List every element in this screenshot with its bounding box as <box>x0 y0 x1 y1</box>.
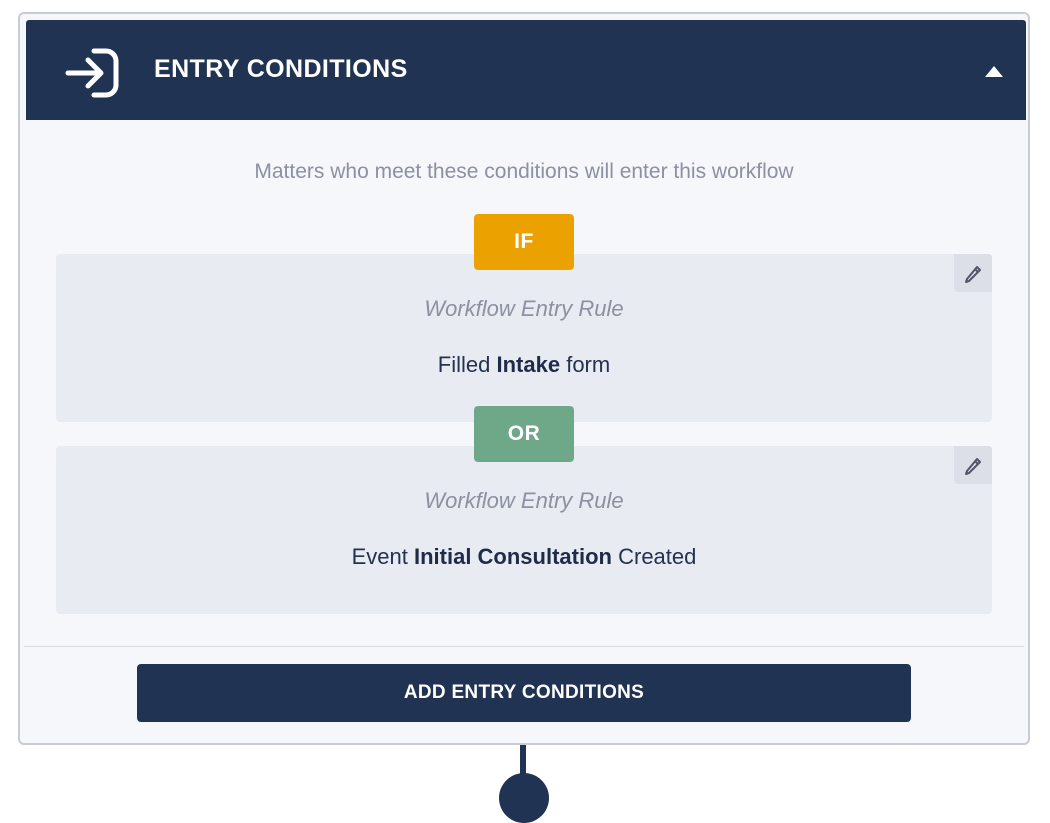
rule-label: Workflow Entry Rule <box>424 488 624 513</box>
rule-prefix: Filled <box>437 352 491 377</box>
rule-highlight: Intake <box>496 352 561 377</box>
rule-suffix: Created <box>618 544 697 569</box>
pencil-icon <box>965 458 981 475</box>
collapse-button[interactable] <box>978 58 1008 84</box>
entry-conditions-card: ENTRY CONDITIONS Matters who meet these … <box>18 12 1030 745</box>
rule-prefix: Event <box>351 544 408 569</box>
entry-arrow-icon <box>64 47 120 99</box>
entry-conditions-header[interactable]: ENTRY CONDITIONS <box>26 20 1026 120</box>
add-entry-conditions-button[interactable]: ADD ENTRY CONDITIONS <box>137 664 911 722</box>
rule-description: Filled Intake form <box>56 352 992 378</box>
entry-rule-card: Workflow Entry Rule Event Initial Consul… <box>56 446 992 614</box>
rule-suffix: form <box>566 352 611 377</box>
edit-rule-button[interactable] <box>954 446 992 484</box>
section-description: Matters who meet these conditions will e… <box>254 160 794 183</box>
rule-label: Workflow Entry Rule <box>424 296 624 321</box>
workflow-connector-node <box>499 773 549 823</box>
rule-highlight: Initial Consultation <box>413 544 612 569</box>
pencil-icon <box>965 266 981 283</box>
entry-rule-card: Workflow Entry Rule Filled Intake form <box>56 254 992 422</box>
or-operator-badge: OR <box>474 406 574 462</box>
caret-up-icon <box>985 66 1003 77</box>
section-title: ENTRY CONDITIONS <box>154 55 408 83</box>
rule-description: Event Initial Consultation Created <box>56 544 992 570</box>
edit-rule-button[interactable] <box>954 254 992 292</box>
if-operator-badge: IF <box>474 214 574 270</box>
divider <box>24 646 1024 647</box>
